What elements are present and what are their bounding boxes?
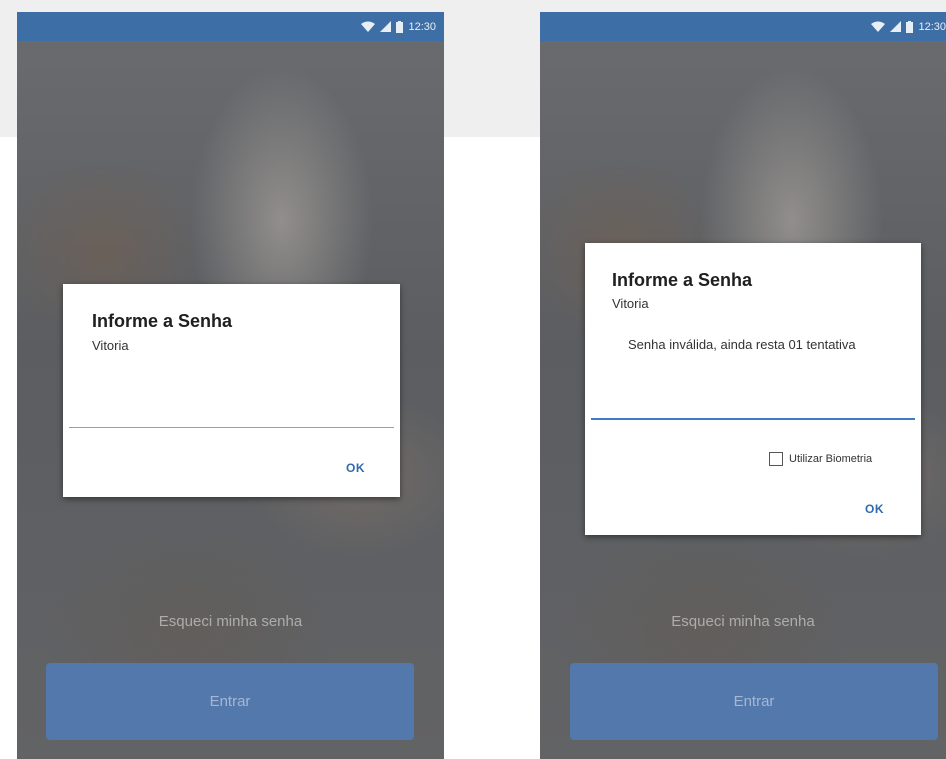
phone-screen-2: 12:30 Informe a Senha Vitoria Senha invá… xyxy=(540,12,946,759)
error-message: Senha inválida, ainda resta 01 tentativa xyxy=(628,337,856,352)
forgot-password-link[interactable]: Esqueci minha senha xyxy=(17,613,444,630)
password-input[interactable] xyxy=(69,405,394,428)
signal-icon xyxy=(380,21,392,32)
dialog-subtitle: Vitoria xyxy=(92,338,129,353)
forgot-password-link[interactable]: Esqueci minha senha xyxy=(540,613,946,630)
enter-button[interactable]: Entrar xyxy=(570,663,938,740)
status-time: 12:30 xyxy=(408,20,436,33)
status-time: 12:30 xyxy=(918,20,946,33)
biometria-option[interactable]: Utilizar Biometria xyxy=(769,452,872,466)
ok-button[interactable]: OK xyxy=(346,461,365,475)
wifi-icon xyxy=(871,21,886,32)
dialog-subtitle: Vitoria xyxy=(612,296,649,311)
phone-screen-1: 12:30 Informe a Senha Vitoria OK Esqueci… xyxy=(17,12,444,759)
dialog-title: Informe a Senha xyxy=(92,311,233,331)
battery-icon xyxy=(906,20,914,33)
password-dialog: Informe a Senha Vitoria OK xyxy=(63,284,400,497)
enter-button[interactable]: Entrar xyxy=(46,663,414,740)
ok-button[interactable]: OK xyxy=(865,502,884,516)
password-dialog-error: Informe a Senha Vitoria Senha inválida, … xyxy=(585,243,921,535)
wifi-icon xyxy=(361,21,376,32)
status-bar: 12:30 xyxy=(540,12,946,41)
battery-icon xyxy=(396,20,404,33)
password-input[interactable] xyxy=(591,396,915,420)
dialog-title: Informe a Senha xyxy=(612,270,753,290)
status-bar: 12:30 xyxy=(17,12,444,41)
biometria-label: Utilizar Biometria xyxy=(789,453,873,465)
signal-icon xyxy=(890,21,902,32)
biometria-checkbox[interactable] xyxy=(769,452,783,466)
